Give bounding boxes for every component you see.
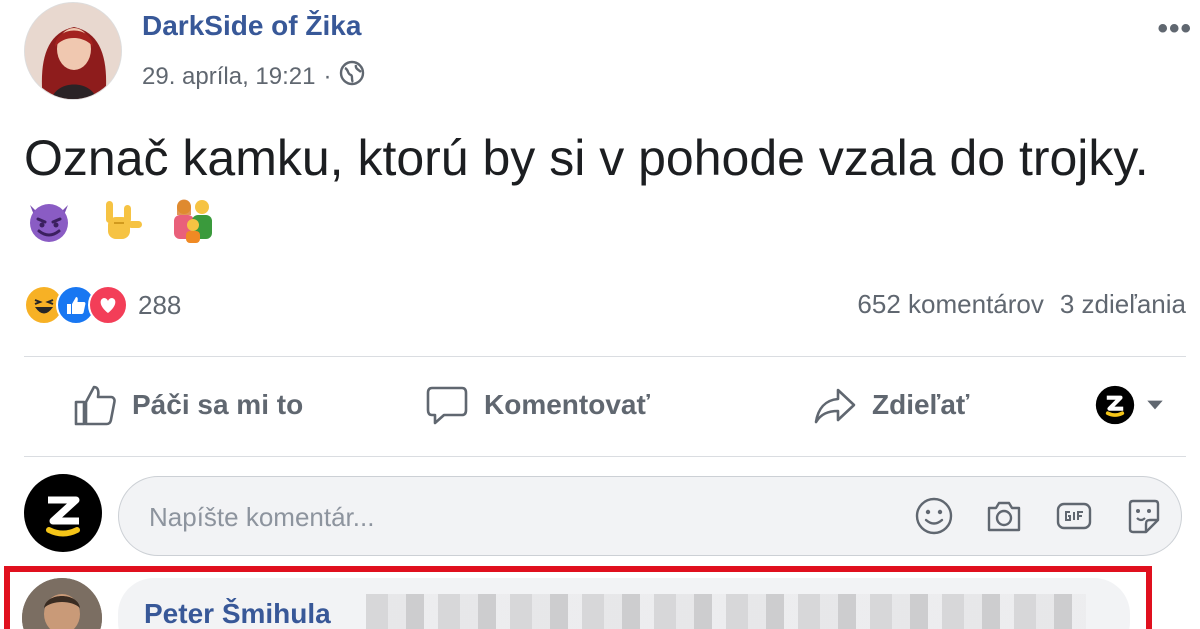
comments-count[interactable]: 652 komentárov [857,289,1043,320]
post-meta: 29. apríla, 19:21 · [142,60,365,93]
thumbs-up-icon [74,385,116,426]
camera-icon[interactable] [983,495,1025,537]
shares-count[interactable]: 3 zdieľania [1060,289,1186,320]
comment-bubble-icon [426,386,468,425]
divider [24,356,1186,357]
like-label: Páči sa mi to [132,389,304,420]
reply-author[interactable]: Peter Šmihula [144,598,331,629]
gif-icon[interactable] [1053,495,1095,537]
sticker-icon[interactable] [1123,495,1165,537]
globe-icon [339,60,365,93]
meta-separator: · [323,62,332,90]
more-options-button[interactable]: ••• [1157,12,1192,46]
family-emoji [168,195,218,245]
share-arrow-icon [814,388,856,424]
divider [24,456,1186,457]
current-user-avatar[interactable] [24,474,102,552]
love-icon [88,285,128,325]
chevron-down-icon [1147,400,1163,410]
share-label: Zdieľať [872,389,970,420]
comment-box[interactable] [118,476,1182,556]
post-text-container: Označ kamku, ktorú by si v pohode vzala … [24,126,1184,254]
post-text: Označ kamku, ktorú by si v pohode vzala … [24,130,1149,186]
comment-button[interactable]: Komentovať [424,370,650,440]
comment-composer [24,472,1186,556]
love-you-gesture-emoji [96,195,146,245]
smiling-devil-emoji [24,195,74,245]
post-as-selector[interactable] [1094,370,1166,440]
comment-box-icons [913,495,1165,537]
reaction-summary[interactable]: 288 [24,285,181,325]
author-name[interactable]: DarkSide of Žika [142,10,361,42]
blurred-reply-text [366,594,1086,629]
author-avatar[interactable] [24,2,122,100]
profile-logo-icon [1095,385,1135,425]
post-actions: Páči sa mi to Komentovať Zdieľať [24,370,1186,440]
comment-input[interactable] [149,497,849,537]
like-button[interactable]: Páči sa mi to [72,370,303,440]
reaction-count[interactable]: 288 [138,290,181,321]
post-timestamp[interactable]: 29. apríla, 19:21 [142,63,315,91]
emoji-icon[interactable] [913,495,955,537]
comment-label: Komentovať [484,389,650,420]
post-header: DarkSide of Žika 29. apríla, 19:21 · ••• [24,2,1200,102]
reply-bubble: Peter Šmihula [118,578,1130,629]
post-stats: 288 652 komentárov 3 zdieľania [24,285,1186,329]
share-button[interactable]: Zdieľať [812,370,969,440]
engagement-counts: 652 komentárov 3 zdieľania [857,289,1186,320]
